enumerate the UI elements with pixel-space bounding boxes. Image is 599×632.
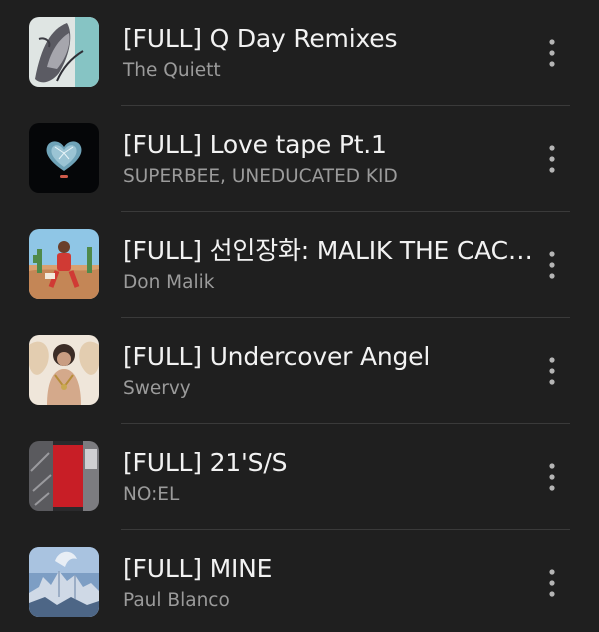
list-item[interactable]: [FULL] Q Day Remixes The Quiett xyxy=(0,0,599,106)
more-options-button[interactable] xyxy=(536,458,568,496)
more-vertical-icon xyxy=(549,357,555,385)
album-cover-undercover-angel xyxy=(29,335,99,405)
album-cover-malik-the-cactus xyxy=(29,229,99,299)
track-list: [FULL] Q Day Remixes The Quiett [FULL] L… xyxy=(0,0,599,632)
more-vertical-icon xyxy=(549,463,555,491)
more-vertical-icon xyxy=(549,569,555,597)
more-vertical-icon xyxy=(549,39,555,67)
more-options-button[interactable] xyxy=(536,34,568,72)
track-artist: The Quiett xyxy=(123,60,221,81)
more-options-button[interactable] xyxy=(536,140,568,178)
track-artist: Paul Blanco xyxy=(123,590,230,611)
list-item[interactable]: [FULL] Love tape Pt.1 SUPERBEE, UNEDUCAT… xyxy=(0,106,599,212)
list-item[interactable]: [FULL] MINE Paul Blanco xyxy=(0,530,599,632)
list-item[interactable]: [FULL] 21'S/S NO:EL xyxy=(0,424,599,530)
track-title: [FULL] 선인장화: MALIK THE CACTUS xyxy=(123,236,535,265)
track-artist: NO:EL xyxy=(123,484,180,505)
track-title: [FULL] MINE xyxy=(123,554,273,583)
more-options-button[interactable] xyxy=(536,246,568,284)
list-item[interactable]: [FULL] 선인장화: MALIK THE CACTUS Don Malik xyxy=(0,212,599,318)
track-artist: Swervy xyxy=(123,378,191,399)
track-title: [FULL] 21'S/S xyxy=(123,448,288,477)
album-cover-love-tape xyxy=(29,123,99,193)
track-title: [FULL] Undercover Angel xyxy=(123,342,431,371)
more-options-button[interactable] xyxy=(536,352,568,390)
album-cover-mine xyxy=(29,547,99,617)
track-artist: SUPERBEE, UNEDUCATED KID xyxy=(123,166,398,187)
track-title: [FULL] Love tape Pt.1 xyxy=(123,130,387,159)
album-cover-21ss xyxy=(29,441,99,511)
more-options-button[interactable] xyxy=(536,564,568,602)
list-item[interactable]: [FULL] Undercover Angel Swervy xyxy=(0,318,599,424)
more-vertical-icon xyxy=(549,251,555,279)
track-artist: Don Malik xyxy=(123,272,215,293)
album-cover-q-day-remixes xyxy=(29,17,99,87)
track-title: [FULL] Q Day Remixes xyxy=(123,24,398,53)
more-vertical-icon xyxy=(549,145,555,173)
